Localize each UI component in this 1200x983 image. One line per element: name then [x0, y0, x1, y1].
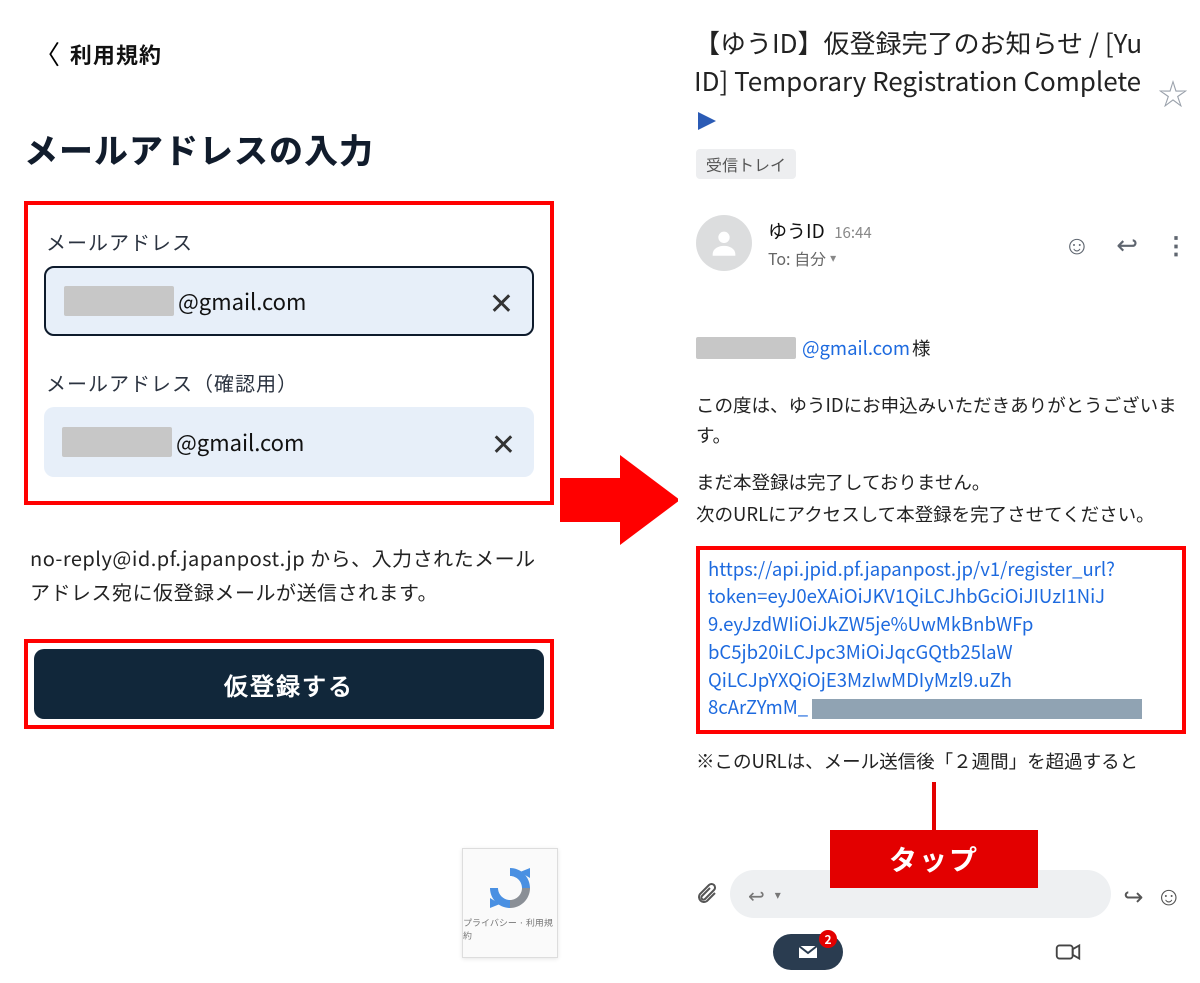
recipient-line: @gmail.com 様: [696, 333, 1186, 364]
more-icon[interactable]: ⋮: [1164, 226, 1188, 261]
avatar[interactable]: [696, 215, 752, 271]
email-confirm-input[interactable]: @gmail.com ✕: [44, 407, 534, 477]
bottom-nav: 2: [678, 926, 1198, 978]
email-body: @gmail.com 様 この度は、ゆうIDにお申込みいただきありがとうございま…: [678, 271, 1198, 777]
flow-arrow-icon: [560, 450, 680, 550]
hint-text: no-reply@id.pf.japanpost.jp から、入力されたメールア…: [30, 541, 548, 609]
reply-mode-dropdown-icon: ▾: [775, 886, 781, 903]
inbox-badge[interactable]: 受信トレイ: [696, 149, 796, 179]
clear-icon[interactable]: ✕: [481, 427, 516, 457]
sender-row: ゆうID 16:44 To: 自分▾ ☺ ↩ ⋮: [678, 179, 1198, 271]
email-fields-highlight: メールアドレス @gmail.com ✕ メールアドレス（確認用） @gmail…: [24, 201, 554, 505]
video-icon: [1053, 937, 1083, 967]
page-title: メールアドレスの入力: [24, 124, 554, 173]
email-confirm-label: メールアドレス（確認用）: [46, 368, 534, 397]
label-arrow-icon: [698, 112, 716, 130]
redacted-block: [696, 337, 796, 359]
sender-time: 16:44: [834, 222, 871, 243]
email-input[interactable]: @gmail.com ✕: [44, 266, 534, 336]
attachment-icon[interactable]: [694, 876, 718, 913]
body-line-2: まだ本登録は完了しておりません。: [696, 467, 1186, 498]
recaptcha-badge[interactable]: プライバシー · 利用規約: [462, 848, 558, 958]
sender-name: ゆうID: [768, 217, 825, 244]
nav-video[interactable]: [938, 926, 1198, 978]
email-value: @gmail.com: [178, 285, 479, 317]
registration-url-link[interactable]: https://api.jpid.pf.japanpost.jp/v1/regi…: [696, 546, 1186, 735]
recipient-email: @gmail.com: [802, 333, 910, 364]
star-icon[interactable]: ☆: [1158, 70, 1188, 114]
redacted-block: [64, 286, 174, 316]
recipient-dropdown[interactable]: To: 自分▾: [768, 246, 1048, 270]
mail-icon: [796, 940, 820, 964]
submit-highlight: 仮登録する: [24, 639, 554, 729]
redacted-block: [62, 427, 172, 457]
tap-callout: タップ: [830, 830, 1038, 888]
recaptcha-icon: [486, 864, 534, 912]
registration-form-panel: 〈 利用規約 メールアドレスの入力 メールアドレス @gmail.com ✕ メ…: [24, 18, 554, 958]
url-note: ※このURLは、メール送信後「２週間」を超過すると: [696, 746, 1186, 777]
emoji-icon[interactable]: ☺: [1155, 876, 1182, 913]
redacted-block: [812, 699, 1142, 719]
forward-icon[interactable]: ↪: [1123, 877, 1143, 912]
back-nav[interactable]: 〈 利用規約: [24, 18, 554, 70]
react-icon[interactable]: ☺: [1064, 225, 1091, 262]
reply-arrow-icon: ↩: [748, 880, 765, 909]
back-label: 利用規約: [70, 38, 162, 70]
callout-connector: [932, 782, 936, 832]
clear-icon[interactable]: ✕: [479, 286, 514, 316]
chevron-left-icon: 〈: [34, 41, 60, 67]
submit-button[interactable]: 仮登録する: [34, 649, 544, 719]
mail-badge: 2: [819, 930, 837, 948]
reply-icon[interactable]: ↩: [1116, 225, 1138, 262]
email-subject: 【ゆうID】仮登録完了のお知らせ / [Yu ID] Temporary Reg…: [694, 24, 1150, 137]
email-label: メールアドレス: [46, 227, 534, 256]
nav-mail[interactable]: 2: [678, 926, 938, 978]
email-confirm-value: @gmail.com: [176, 426, 481, 458]
body-line-1: この度は、ゆうIDにお申込みいただきありがとうございます。: [696, 390, 1186, 451]
recaptcha-footer: プライバシー · 利用規約: [463, 916, 557, 942]
body-line-3: 次のURLにアクセスして本登録を完了させてください。: [696, 499, 1186, 530]
